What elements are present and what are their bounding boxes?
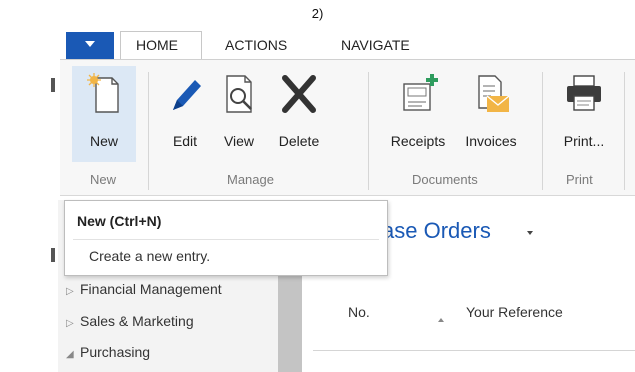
- tab-actions[interactable]: ACTIONS: [225, 37, 287, 53]
- new-document-icon: [87, 73, 119, 113]
- file-menu-button[interactable]: [66, 32, 114, 59]
- nav-item-label: Sales & Marketing: [80, 313, 194, 329]
- group-label-documents: Documents: [412, 172, 478, 187]
- sort-ascending-icon: [438, 318, 444, 322]
- group-divider: [624, 72, 625, 190]
- group-label-new: New: [90, 172, 117, 187]
- group-divider: [148, 72, 149, 190]
- column-header-no[interactable]: No.: [348, 304, 370, 320]
- tooltip-divider: [73, 239, 379, 240]
- tooltip-description: Create a new entry.: [89, 248, 211, 264]
- print-button-label: Print...: [563, 133, 605, 149]
- group-label-print: Print: [566, 172, 593, 187]
- tab-navigate[interactable]: NAVIGATE: [341, 37, 410, 53]
- invoice-mail-icon: [478, 75, 510, 112]
- receipts-icon: [403, 74, 438, 111]
- invoices-button[interactable]: Invoices: [456, 66, 526, 162]
- nav-item-financial-management[interactable]: ▷ Financial Management: [66, 281, 222, 297]
- window-edge-mark: [51, 248, 55, 262]
- new-button-label: New: [89, 133, 118, 149]
- delete-button[interactable]: Delete: [268, 66, 330, 162]
- invoices-button-label: Invoices: [465, 133, 517, 149]
- new-button[interactable]: New: [72, 66, 136, 162]
- delete-x-icon: [282, 75, 316, 113]
- collapse-triangle-icon: ◢: [66, 349, 74, 360]
- expand-triangle-icon: ▷: [66, 286, 74, 297]
- group-label-manage: Manage: [227, 172, 274, 187]
- nav-item-label: Financial Management: [80, 281, 222, 297]
- printer-icon: [567, 75, 601, 111]
- view-button[interactable]: View: [214, 66, 264, 162]
- chevron-down-icon[interactable]: [527, 231, 533, 235]
- nav-item-purchasing[interactable]: ◢ Purchasing: [66, 344, 150, 360]
- edit-button[interactable]: Edit: [160, 66, 210, 162]
- chevron-down-icon: [85, 41, 95, 47]
- caption: 2): [311, 6, 324, 21]
- receipts-button-label: Receipts: [390, 133, 446, 149]
- receipts-button[interactable]: Receipts: [382, 66, 454, 162]
- expand-triangle-icon: ▷: [66, 318, 74, 329]
- nav-item-label: Purchasing: [80, 344, 151, 360]
- nav-item-sales-marketing[interactable]: ▷ Sales & Marketing: [66, 313, 194, 329]
- ribbon: [60, 59, 635, 196]
- group-divider: [542, 72, 543, 190]
- edit-button-label: Edit: [172, 133, 198, 149]
- tab-home[interactable]: HOME: [136, 37, 178, 53]
- print-button[interactable]: Print...: [554, 66, 614, 162]
- window-edge-mark: [51, 78, 55, 92]
- header-divider: [313, 350, 635, 351]
- new-button-tooltip: New (Ctrl+N) Create a new entry.: [64, 200, 388, 276]
- view-button-label: View: [223, 133, 255, 149]
- tooltip-title: New (Ctrl+N): [77, 213, 162, 229]
- page-title: ase Orders: [382, 218, 491, 243]
- pencil-icon: [173, 80, 201, 110]
- group-divider: [368, 72, 369, 190]
- view-document-icon: [226, 75, 252, 113]
- delete-button-label: Delete: [278, 133, 320, 149]
- column-header-your-reference[interactable]: Your Reference: [466, 304, 563, 320]
